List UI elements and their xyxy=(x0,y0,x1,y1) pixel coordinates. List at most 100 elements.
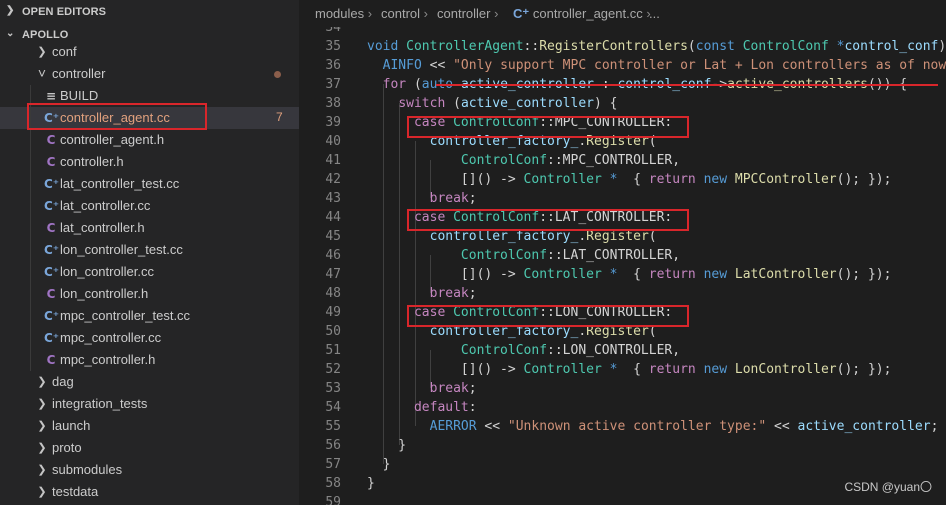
tree-folder[interactable]: ❯ dag xyxy=(0,371,299,393)
tree-item-label: lat_controller.cc xyxy=(60,198,151,213)
header-file-icon: C xyxy=(46,221,56,235)
code-text: case ControlConf::MPC_CONTROLLER: xyxy=(367,115,672,130)
tree-file[interactable]: C⁺ mpc_controller.cc xyxy=(0,327,299,349)
breadcrumb-item[interactable]: control xyxy=(381,6,420,21)
line-number: 48 xyxy=(325,286,341,301)
tree-folder[interactable]: ❯ submodules xyxy=(0,459,299,481)
code-line: 44 case ControlConf::LAT_CONTROLLER: xyxy=(299,208,672,227)
code-token: . xyxy=(578,229,587,244)
tree-file[interactable]: C⁺ controller_agent.cc 7 xyxy=(0,107,299,129)
code-token: ::MPC_CONTROLLER: xyxy=(539,115,673,130)
breadcrumb-item[interactable]: ... xyxy=(649,6,660,21)
tree-folder[interactable]: ˅ controller xyxy=(0,63,299,85)
line-number: 43 xyxy=(325,191,341,206)
cpp-file-icon: C⁺ xyxy=(44,309,60,323)
tree-file[interactable]: Ccontroller.h xyxy=(0,151,299,173)
line-number: 50 xyxy=(325,324,341,339)
code-editor[interactable]: 34 35 void ControllerAgent::RegisterContro… xyxy=(299,27,946,505)
line-number: 36 xyxy=(325,58,341,73)
code-token: []() -> xyxy=(367,172,524,187)
code-text: AERROR << "Unknown active controller typ… xyxy=(367,419,939,434)
watermark: CSDN @yuan〇 xyxy=(844,480,932,494)
cpp-file-icon: C⁺ xyxy=(44,331,60,345)
chevron-down-icon: ˅ xyxy=(37,65,47,81)
code-token: ControlConf xyxy=(453,305,540,320)
tree-file[interactable]: Clon_controller.h xyxy=(0,283,299,305)
code-token: ::MPC_CONTROLLER, xyxy=(547,153,681,168)
code-text: controller_factory_.Register( xyxy=(367,229,657,244)
tree-item-label: dag xyxy=(52,374,74,389)
code-token: :: xyxy=(523,39,540,54)
code-token: ; xyxy=(468,191,477,206)
tree-indent-guide xyxy=(30,283,31,305)
code-token: * xyxy=(609,267,626,282)
tree-file[interactable]: Clat_controller.h xyxy=(0,217,299,239)
tree-indent-guide xyxy=(30,107,31,129)
chevron-down-icon: ⌄ xyxy=(6,28,15,39)
tree-folder[interactable]: ❯ testdata xyxy=(0,481,299,503)
tree-file[interactable]: C⁺ lon_controller.cc xyxy=(0,261,299,283)
code-token: } xyxy=(367,438,407,453)
tree-folder[interactable]: ❯ integration_tests xyxy=(0,393,299,415)
tree-item-label: testdata xyxy=(52,484,99,499)
line-number: 57 xyxy=(325,457,341,472)
breadcrumb-segment: C⁺ controller_agent.cc › xyxy=(513,6,651,22)
code-token: ( xyxy=(648,324,657,339)
breadcrumb-item[interactable]: controller xyxy=(437,6,490,21)
code-text: } xyxy=(367,438,406,453)
tree-file[interactable]: C⁺ lat_controller_test.cc xyxy=(0,173,299,195)
code-token: []() -> xyxy=(367,362,524,377)
tree-file[interactable]: Cmpc_controller.h xyxy=(0,349,299,371)
open-editors-section-header[interactable]: ❯ OPEN EDITORS xyxy=(0,2,299,22)
cpp-file-icon: C⁺ xyxy=(44,265,60,279)
tree-file[interactable]: C⁺ lat_controller.cc xyxy=(0,195,299,217)
line-number: 49 xyxy=(325,305,341,320)
breadcrumb-item[interactable]: modules xyxy=(315,6,364,21)
line-number: 34 xyxy=(325,27,341,35)
code-line: 42 []() -> Controller * { return new MPC… xyxy=(299,170,891,189)
code-line: 53 break; xyxy=(299,379,643,398)
code-token: for xyxy=(382,77,407,92)
file-tree: ❯ conf ˅ controller ≡ BUILD C⁺ controller_agent… xyxy=(0,41,299,503)
code-token: Register xyxy=(586,324,649,339)
code-token: const xyxy=(695,39,743,54)
line-number: 54 xyxy=(325,400,341,415)
code-token: } xyxy=(367,457,391,472)
code-token: case xyxy=(413,115,454,130)
tree-file[interactable]: ≡ BUILD xyxy=(0,85,299,107)
breadcrumb-separator-icon: › xyxy=(490,6,499,21)
tree-item-label: lat_controller.h xyxy=(60,220,145,235)
tree-folder[interactable]: ❯ launch xyxy=(0,415,299,437)
header-file-icon: C xyxy=(46,353,56,367)
breadcrumb-item[interactable]: controller_agent.cc xyxy=(533,6,643,21)
code-token: ) { xyxy=(594,96,618,111)
workspace-label: APOLLO xyxy=(22,29,69,41)
code-token: ControlConf xyxy=(460,343,548,358)
breadcrumb-segment: modules › xyxy=(315,6,372,21)
tree-item-label: controller xyxy=(52,66,106,81)
code-text: controller_factory_.Register( xyxy=(367,324,657,339)
cpp-file-icon: C⁺ xyxy=(44,199,60,213)
code-token: ControlConf xyxy=(453,210,540,225)
code-token: break xyxy=(429,286,469,301)
tree-folder[interactable]: ❯ proto xyxy=(0,437,299,459)
code-text: []() -> Controller * { return new MPCCon… xyxy=(367,172,892,187)
tree-folder[interactable]: ❯ conf xyxy=(0,41,299,63)
tree-item-label: lon_controller.h xyxy=(60,286,149,301)
chevron-right-icon: ❯ xyxy=(6,5,15,16)
header-file-icon: C xyxy=(46,133,56,147)
tree-file[interactable]: Ccontroller_agent.h xyxy=(0,129,299,151)
tree-file[interactable]: C⁺ mpc_controller_test.cc xyxy=(0,305,299,327)
tree-file[interactable]: C⁺ lon_controller_test.cc xyxy=(0,239,299,261)
code-token: Controller xyxy=(523,172,610,187)
code-token: LonController xyxy=(734,362,837,377)
code-token: ::LAT_CONTROLLER, xyxy=(547,248,681,263)
